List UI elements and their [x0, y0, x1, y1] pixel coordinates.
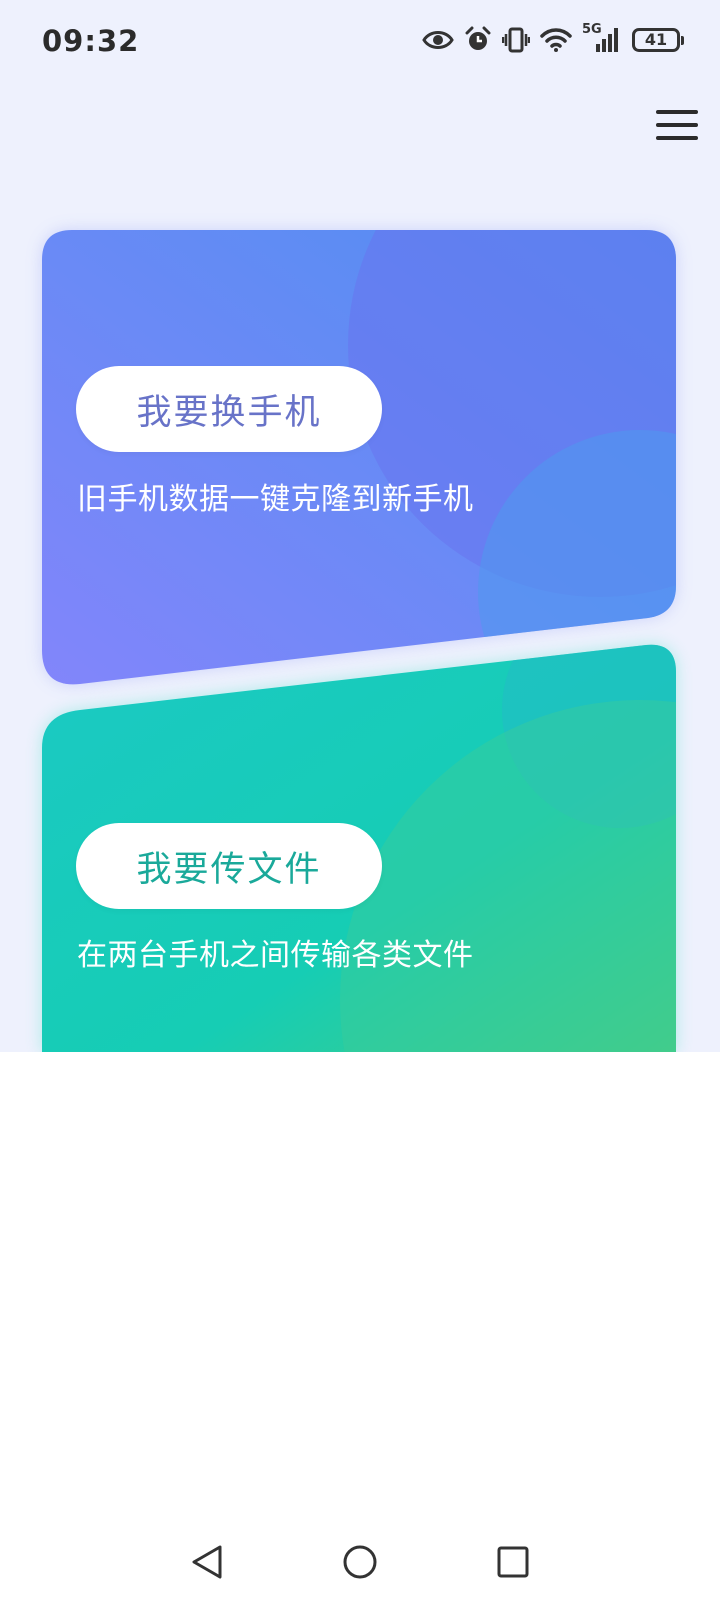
- status-bar: 09:32 5G 41: [0, 0, 720, 84]
- switch-phone-description: 旧手机数据一键克隆到新手机: [77, 482, 474, 517]
- navigation-bar: [0, 1530, 720, 1610]
- transfer-files-description: 在两台手机之间传输各类文件: [77, 938, 474, 973]
- battery-icon: 41: [632, 28, 684, 52]
- status-time: 09:32: [42, 24, 140, 58]
- cellular-signal-icon: 5G: [582, 22, 622, 54]
- hamburger-menu-icon[interactable]: [656, 108, 700, 144]
- recent-apps-square-icon[interactable]: [496, 1545, 530, 1583]
- vibrate-icon: [502, 26, 530, 54]
- status-icons: 5G 41: [422, 22, 684, 54]
- alarm-icon: [464, 26, 492, 54]
- wifi-icon: [540, 27, 572, 53]
- home-circle-icon[interactable]: [342, 1544, 378, 1584]
- eye-icon: [422, 29, 454, 51]
- back-triangle-icon[interactable]: [190, 1544, 224, 1584]
- transfer-files-button[interactable]: 我要传文件: [76, 823, 382, 909]
- switch-phone-button[interactable]: 我要换手机: [76, 366, 382, 452]
- battery-level: 41: [644, 30, 668, 49]
